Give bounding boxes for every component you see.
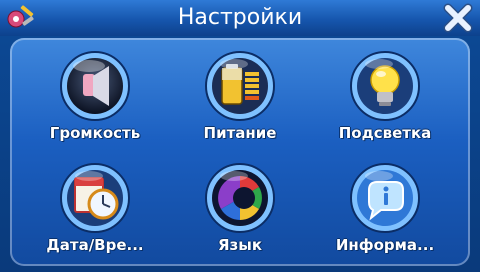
tile-label: Информа... [335, 236, 435, 254]
tile-label: Дата/Вре... [46, 236, 144, 254]
settings-panel: Громкость Питание Подсветка Дата/Вре... … [10, 38, 470, 266]
tile-label: Подсветка [338, 124, 432, 142]
power-tile[interactable]: Питание [170, 44, 310, 152]
calendar-clock-icon [60, 163, 130, 233]
window-title: Настройки [177, 5, 303, 30]
backlight-tile[interactable]: Подсветка [315, 44, 455, 152]
tile-label: Громкость [49, 124, 141, 142]
volume-tile[interactable]: Громкость [25, 44, 165, 152]
tile-label: Язык [217, 236, 262, 254]
battery-icon [205, 51, 275, 121]
tile-label: Питание [203, 124, 277, 142]
lightbulb-icon [350, 51, 420, 121]
date-time-tile[interactable]: Дата/Вре... [25, 156, 165, 264]
settings-screen: Настройки Громкость Питание Подсветка Да… [0, 0, 480, 272]
speaker-icon [60, 51, 130, 121]
info-tile[interactable]: Информа... [315, 156, 455, 264]
language-tile[interactable]: Язык [170, 156, 310, 264]
info-icon [350, 163, 420, 233]
language-icon [205, 163, 275, 233]
close-icon[interactable] [442, 3, 474, 33]
